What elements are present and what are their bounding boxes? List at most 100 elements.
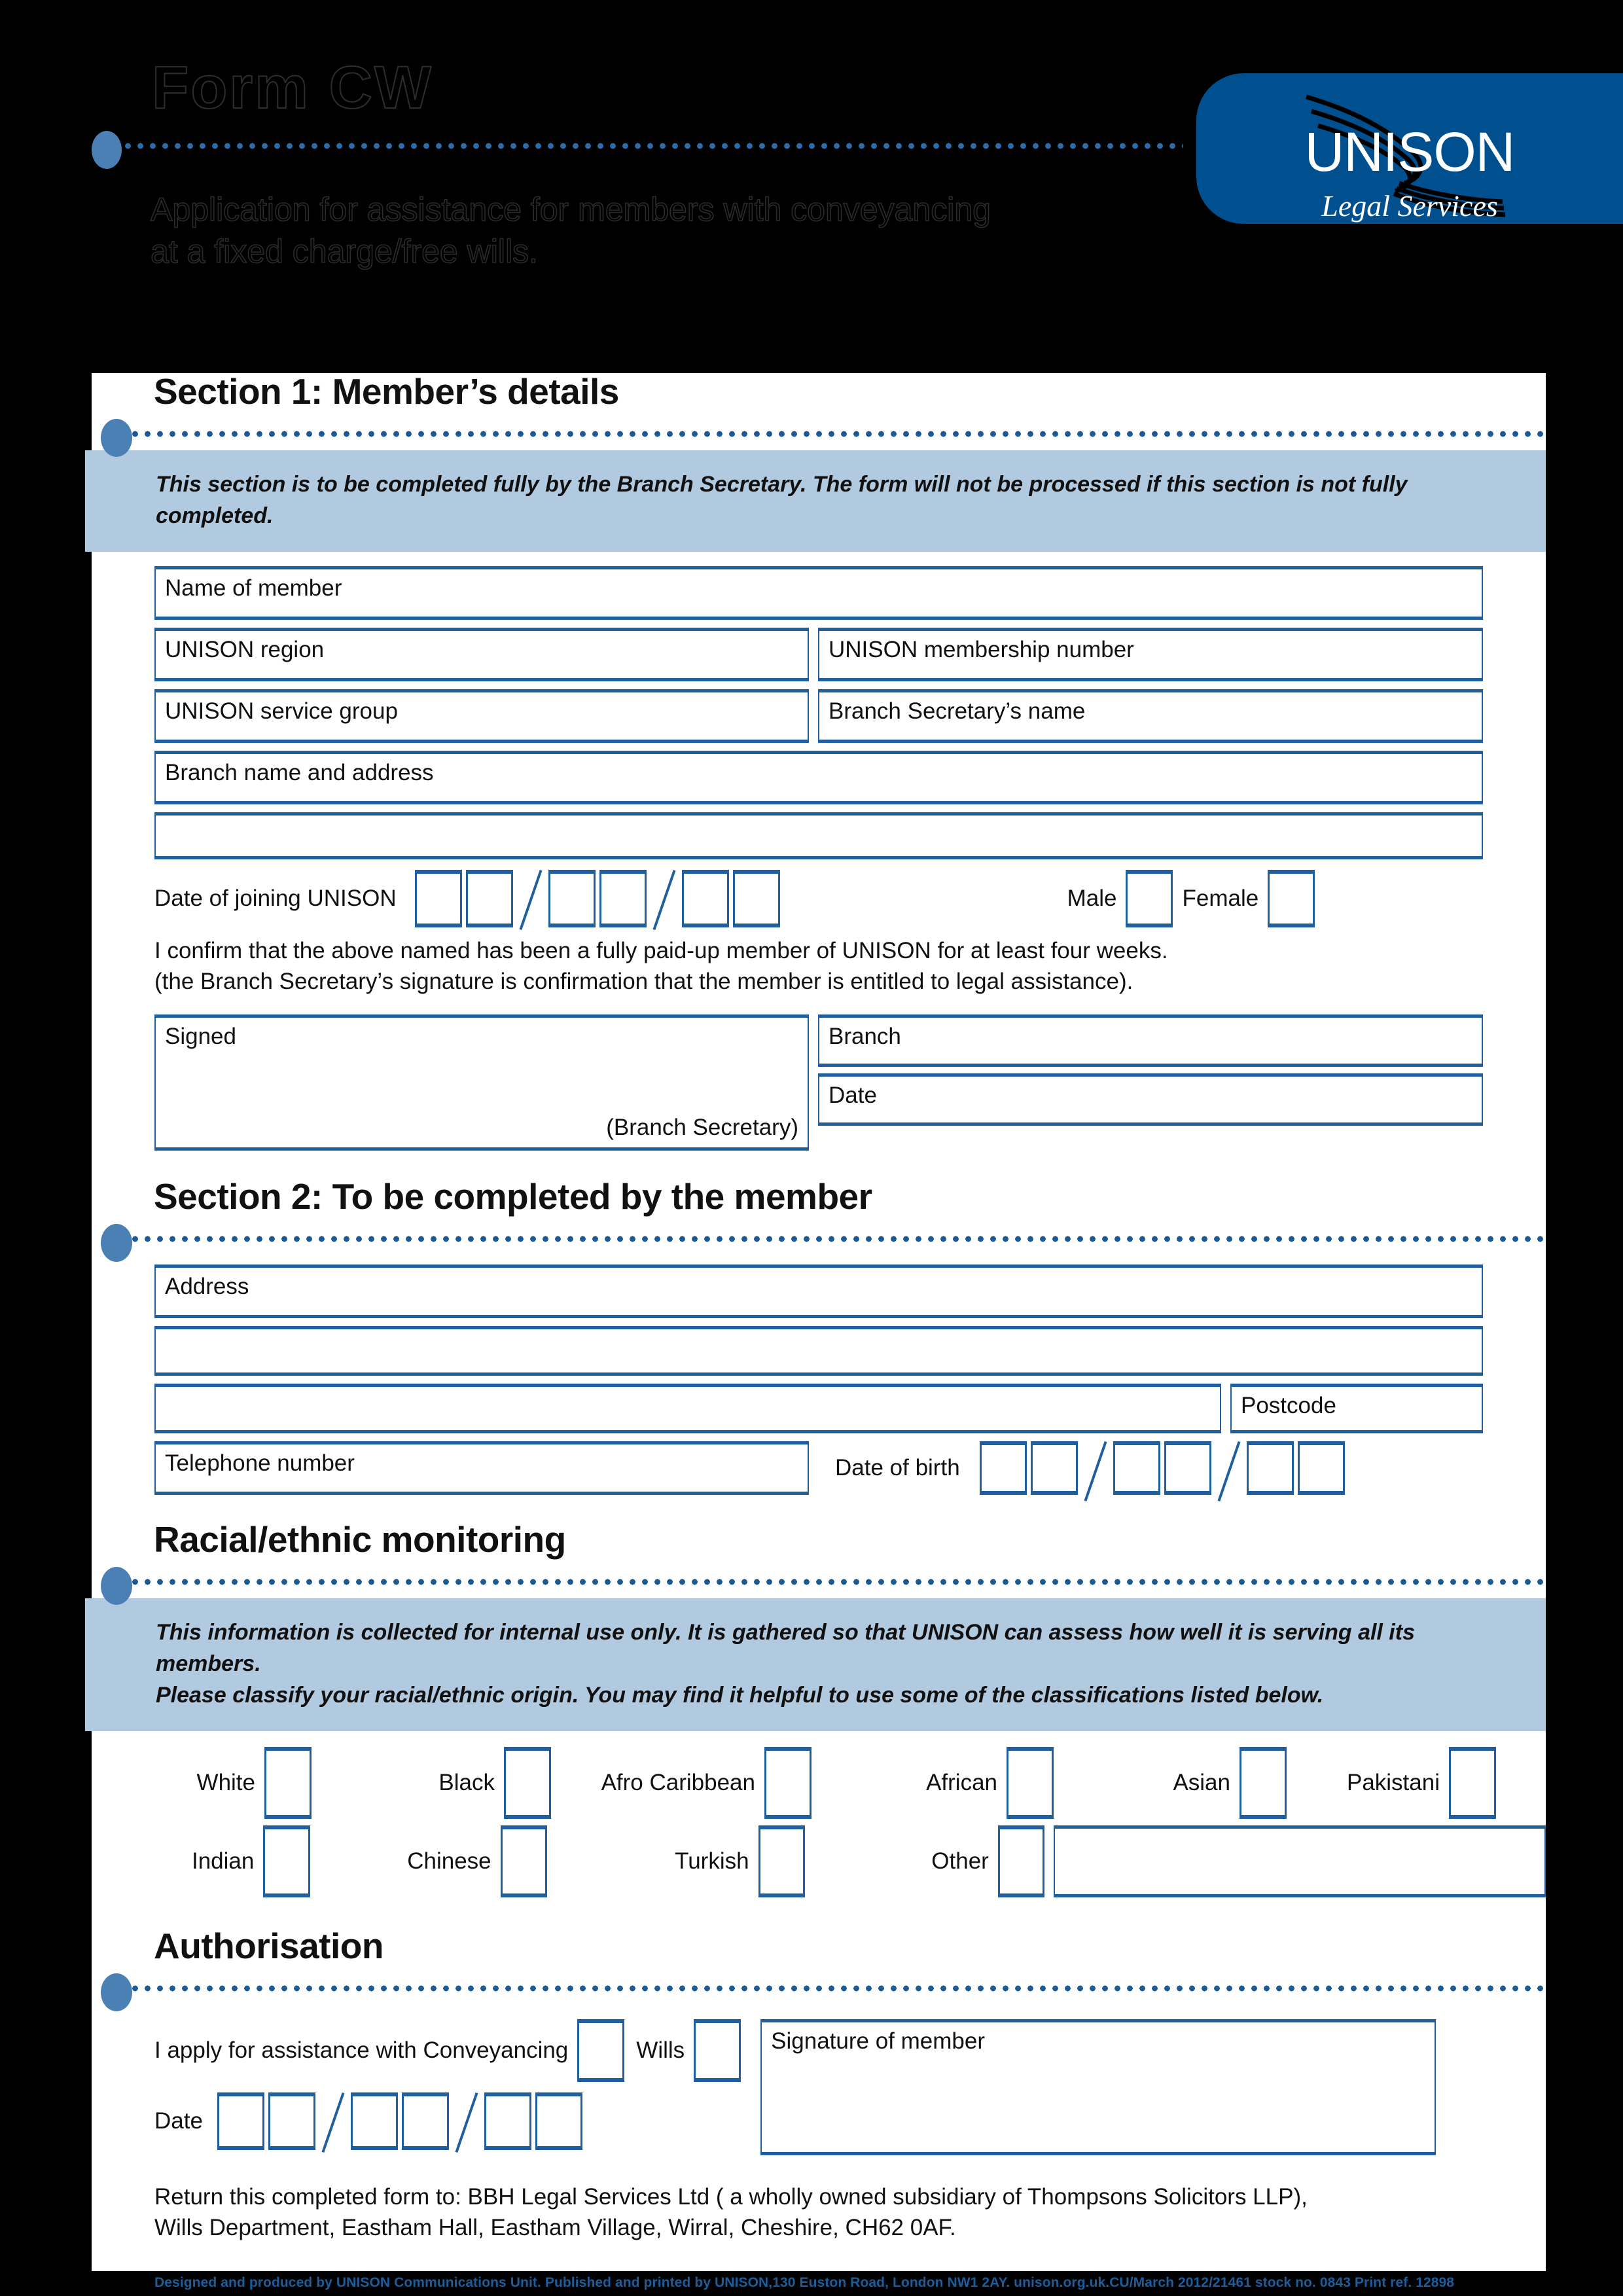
ethnic-checkbox-indian[interactable] — [263, 1825, 310, 1897]
ethnic-options: White Black Afro Caribbean African Asian… — [92, 1731, 1546, 1897]
auth-day-1-box[interactable] — [217, 2092, 264, 2150]
ethnic-monitoring-header: Racial/ethnic monitoring — [92, 1520, 1546, 1605]
postcode-field[interactable]: Postcode — [1230, 1383, 1483, 1433]
logo-wordmark: UNISON — [1304, 121, 1516, 183]
female-checkbox[interactable] — [1268, 869, 1315, 927]
unison-legal-services-logo: UNISON Legal Services — [1196, 73, 1623, 224]
wills-checkbox[interactable] — [694, 2018, 741, 2082]
address-row-2 — [154, 1325, 1546, 1376]
unison-region-field[interactable]: UNISON region — [154, 627, 809, 681]
address-line2-field[interactable] — [154, 1325, 1483, 1376]
conveyancing-checkbox[interactable] — [577, 2018, 625, 2082]
header-dotted-rule — [97, 143, 1183, 149]
ethnic-checkbox-asian[interactable] — [1240, 1746, 1287, 1819]
dob-year-1-box[interactable] — [1246, 1441, 1294, 1495]
ethnic-checkbox-turkish[interactable] — [758, 1825, 805, 1897]
ethnic-checkbox-afro-caribbean[interactable] — [764, 1746, 812, 1819]
confirmation-line-2: (the Branch Secretary’s signature is con… — [154, 969, 1133, 995]
address-row-1: Address — [154, 1264, 1546, 1318]
dob-day-1-box[interactable] — [979, 1441, 1027, 1495]
ethnic-row-2: Indian Chinese Turkish Other — [154, 1825, 1546, 1897]
dob-day-2-box[interactable] — [1030, 1441, 1078, 1495]
auth-day-2-box[interactable] — [268, 2092, 315, 2150]
signed-label: Signed — [165, 1023, 236, 1049]
ethnic-checkbox-african[interactable] — [1007, 1746, 1054, 1819]
auth-month-1-box[interactable] — [351, 2092, 398, 2150]
return-instructions: Return this completed form to: BBH Legal… — [92, 2181, 1546, 2244]
section-1-bullet-icon — [101, 419, 132, 457]
name-of-member-label: Name of member — [165, 575, 342, 601]
ethnic-label-asian: Asian — [1173, 1769, 1230, 1795]
auth-year-1-box[interactable] — [484, 2092, 531, 2150]
section-2-bullet-icon — [101, 1223, 132, 1262]
signature-of-member-field[interactable]: Signature of member — [760, 2018, 1436, 2155]
branch-date-stack: Branch Date — [818, 1014, 1483, 1126]
address-field[interactable]: Address — [154, 1264, 1483, 1318]
branch-label: Branch — [829, 1023, 901, 1049]
join-month-2-box[interactable] — [599, 869, 647, 927]
signed-field[interactable]: Signed (Branch Secretary) — [154, 1014, 809, 1151]
section-1-fields: Name of member UNISON region UNISON memb… — [92, 552, 1546, 1151]
join-month-1-box[interactable] — [548, 869, 596, 927]
date-of-joining-label: Date of joining UNISON — [154, 885, 397, 911]
dob-year-2-box[interactable] — [1297, 1441, 1345, 1495]
branch-secretary-name-field[interactable]: Branch Secretary’s name — [818, 689, 1483, 743]
confirmation-text: I confirm that the above named has been … — [154, 935, 1546, 997]
branch-field[interactable]: Branch — [818, 1014, 1483, 1067]
return-line-1: Return this completed form to: BBH Legal… — [154, 2183, 1308, 2210]
auth-slash-2 — [453, 2092, 480, 2150]
gender-group: Male Female — [1067, 869, 1315, 927]
join-year-2-box[interactable] — [732, 869, 780, 927]
address-label: Address — [165, 1273, 249, 1299]
dob-slash-2 — [1215, 1441, 1243, 1495]
authorisation-date-boxes — [217, 2092, 582, 2150]
ethnic-checkbox-black[interactable] — [504, 1746, 551, 1819]
join-day-1-box[interactable] — [414, 869, 462, 927]
male-checkbox[interactable] — [1126, 869, 1173, 927]
ethnic-label-afro-caribbean: Afro Caribbean — [601, 1769, 755, 1795]
signature-of-member-label: Signature of member — [771, 2028, 985, 2054]
ethnic-checkbox-pakistani[interactable] — [1449, 1746, 1496, 1819]
dob-month-2-box[interactable] — [1164, 1441, 1211, 1495]
name-of-member-field[interactable]: Name of member — [154, 565, 1483, 620]
section-1-header: Section 1: Member’s details — [92, 372, 1546, 457]
service-group-label: UNISON service group — [165, 698, 398, 724]
ethnic-note-band: This information is collected for intern… — [85, 1598, 1546, 1731]
dob-month-1-box[interactable] — [1113, 1441, 1160, 1495]
section-2-title: Section 2: To be completed by the member — [154, 1175, 872, 1217]
ethnic-label-chinese: Chinese — [407, 1848, 491, 1874]
authorisation-bullet-icon — [101, 1973, 132, 2011]
branch-address-line2-field[interactable] — [154, 812, 1483, 859]
ethnic-checkbox-white[interactable] — [264, 1746, 312, 1819]
ethnic-label-indian: Indian — [191, 1848, 255, 1874]
ethnic-checkbox-chinese[interactable] — [500, 1825, 547, 1897]
join-year-1-box[interactable] — [681, 869, 729, 927]
section-1-note-text: This section is to be completed fully by… — [156, 472, 1408, 529]
ethnic-note-line-2: Please classify your racial/ethnic origi… — [156, 1683, 1324, 1708]
postcode-label: Postcode — [1241, 1392, 1336, 1418]
ethnic-checkbox-other[interactable] — [997, 1825, 1045, 1897]
telephone-field[interactable]: Telephone number — [154, 1441, 809, 1495]
address-line3-field[interactable] — [154, 1383, 1221, 1433]
auth-year-2-box[interactable] — [535, 2092, 582, 2150]
return-line-2: Wills Department, Eastham Hall, Eastham … — [154, 2215, 956, 2241]
unison-region-label: UNISON region — [165, 636, 325, 662]
membership-number-field[interactable]: UNISON membership number — [818, 627, 1483, 681]
branch-name-address-field[interactable]: Branch name and address — [154, 750, 1483, 804]
service-group-field[interactable]: UNISON service group — [154, 689, 809, 743]
telephone-label: Telephone number — [165, 1450, 355, 1476]
authorisation-dotted-rule — [116, 1984, 1546, 1992]
ethnic-other-text-field[interactable] — [1054, 1825, 1546, 1897]
footer-credit: Designed and produced by UNISON Communic… — [154, 2274, 1455, 2290]
branch-name-address-label: Branch name and address — [165, 759, 434, 785]
authorisation-left: I apply for assistance with Conveyancing… — [154, 2018, 741, 2150]
ethnic-dotted-rule — [116, 1578, 1546, 1585]
ethnic-label-other: Other — [931, 1848, 989, 1874]
address-postcode-row: Postcode — [154, 1383, 1546, 1433]
signature-date-field[interactable]: Date — [818, 1073, 1483, 1126]
auth-month-2-box[interactable] — [402, 2092, 449, 2150]
ethnic-note-line-1: This information is collected for intern… — [156, 1619, 1415, 1676]
join-day-2-box[interactable] — [465, 869, 513, 927]
form-subtitle-line-2: at a fixed charge/free wills. — [150, 232, 539, 270]
form-subtitle: Application for assistance for members w… — [150, 188, 1171, 272]
